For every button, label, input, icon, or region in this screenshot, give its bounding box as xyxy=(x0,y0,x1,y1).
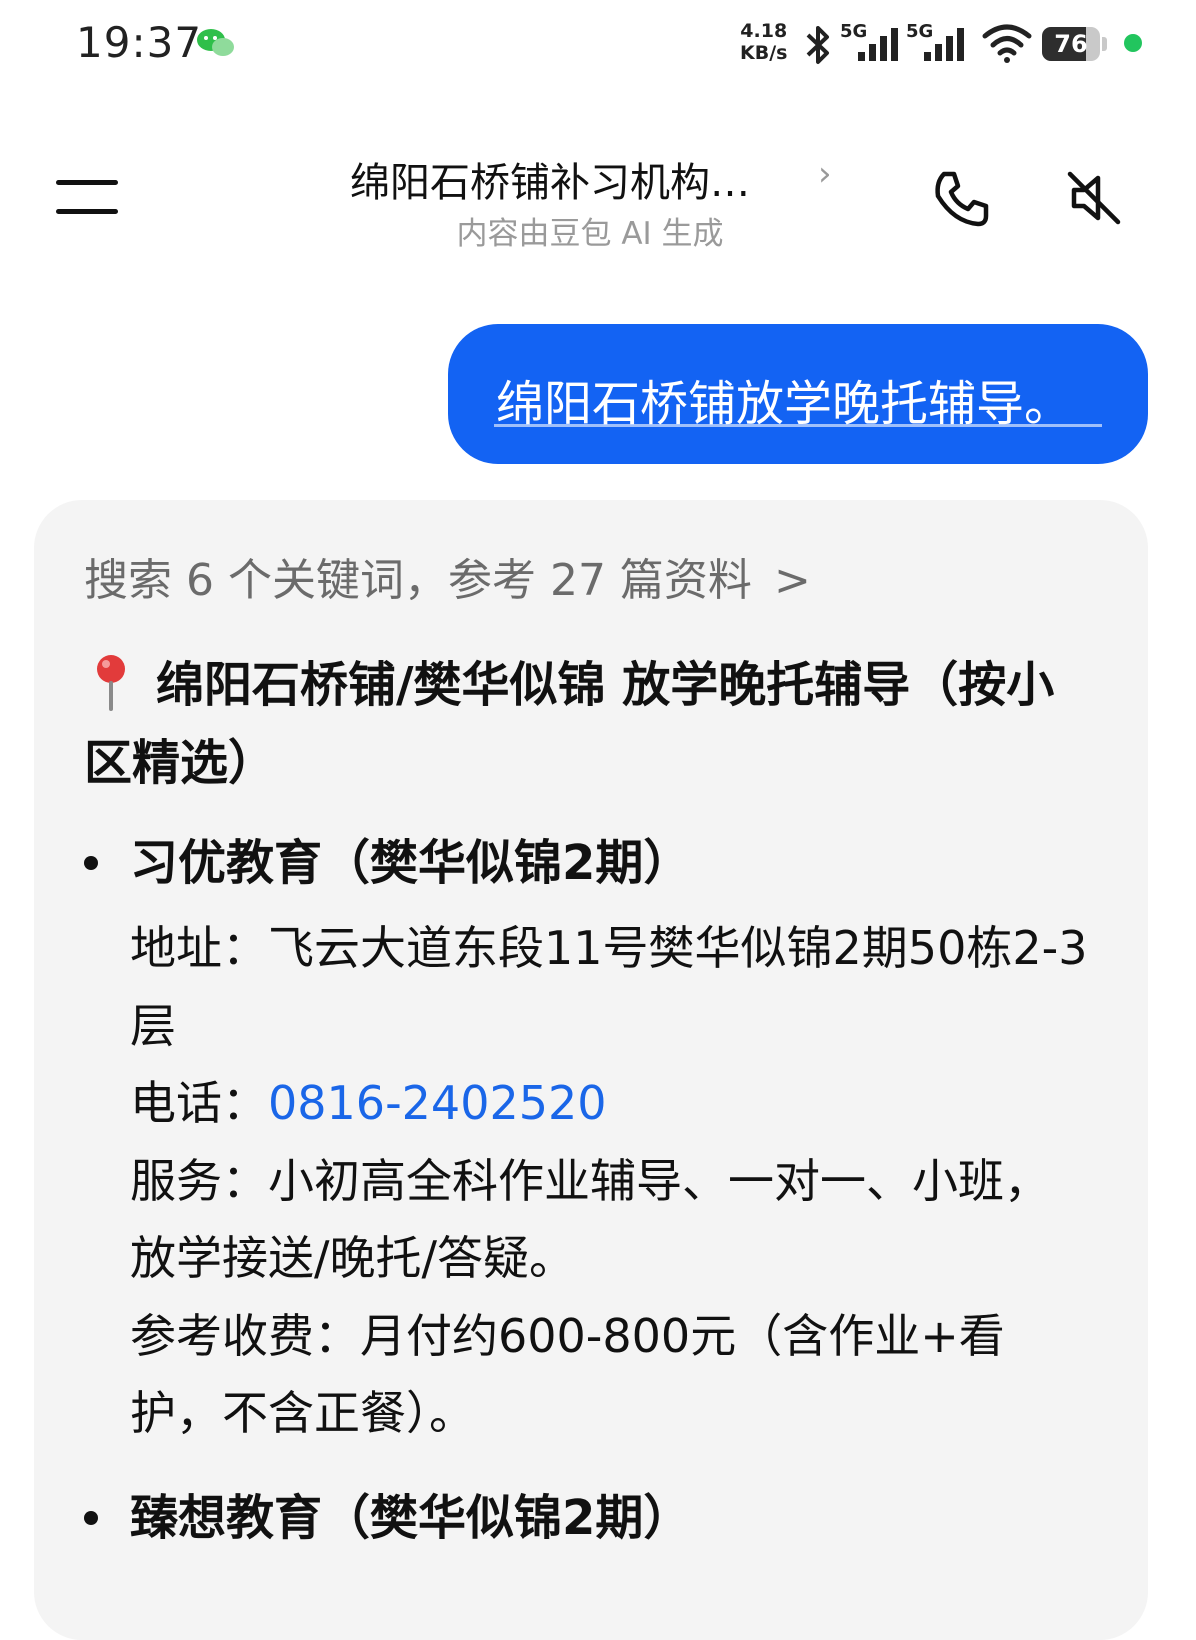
address-label: 地址： xyxy=(130,921,268,975)
services-line: 服务：小初高全科作业辅导、一对一、小班，放学接送/晚托/答疑。 xyxy=(130,1143,1090,1298)
phone-line: 电话：0816-2402520 xyxy=(130,1065,1090,1143)
status-time: 19:37 xyxy=(76,18,203,67)
ai-answer-card: 搜索 6 个关键词，参考 27 篇资料 > 绵阳石桥铺/樊华似锦 放学晚托辅导（按… xyxy=(34,500,1148,1640)
phone-number-link[interactable]: 0816-2402520 xyxy=(268,1076,607,1130)
network-speed-value: 4.18 xyxy=(740,20,788,42)
signal-icon: 5G xyxy=(840,21,898,61)
network-speed: 4.18 KB/s xyxy=(740,20,787,64)
privacy-indicator-dot xyxy=(1124,34,1142,52)
title-chevron-icon[interactable]: › xyxy=(818,154,832,194)
conversation-title[interactable]: 绵阳石桥铺补习机构… xyxy=(300,150,800,208)
status-bar: 19:37 4.18 KB/s 5G 5G 76 xyxy=(0,0,1196,92)
sim1-label: 5G xyxy=(840,21,867,42)
map-pin-icon xyxy=(97,655,125,711)
text-underline xyxy=(494,424,1102,427)
network-speed-unit: KB/s xyxy=(740,42,788,64)
answer-heading: 绵阳石桥铺/樊华似锦 放学晚托辅导（按小区精选） xyxy=(84,646,1094,802)
search-summary-text: 搜索 6 个关键词，参考 27 篇资料 xyxy=(84,555,752,606)
services-value: 小初高全科作业辅导、一对一、小班，放学接送/晚托/答疑。 xyxy=(130,1153,1050,1286)
wechat-icon xyxy=(197,29,234,56)
search-sources-link[interactable]: 搜索 6 个关键词，参考 27 篇资料 > xyxy=(84,544,811,608)
ai-generated-note: 内容由豆包 AI 生成 xyxy=(456,216,724,252)
battery-icon: 76 xyxy=(1042,27,1108,61)
services-label: 服务： xyxy=(130,1153,268,1208)
entry-title: 习优教育（樊华似锦2期） xyxy=(130,835,692,891)
chevron-right-icon: > xyxy=(773,555,811,606)
user-message-bubble[interactable]: 绵阳石桥铺放学晚托辅导。 xyxy=(448,324,1148,464)
address-value: 飞云大道东段11号樊华似锦2期50栋2-3层 xyxy=(130,921,1088,1053)
signal-icon: 5G xyxy=(906,21,964,61)
bullet-icon xyxy=(84,1511,98,1525)
bluetooth-icon xyxy=(806,26,829,64)
entry-details: 地址：飞云大道东段11号樊华似锦2期50栋2-3层 电话：0816-240252… xyxy=(130,910,1090,1453)
answer-heading-text: 绵阳石桥铺/樊华似锦 放学晚托辅导（按小区精选） xyxy=(84,657,1055,791)
bullet-icon xyxy=(84,856,98,870)
phone-call-icon[interactable] xyxy=(930,168,992,230)
fee-label: 参考收费： xyxy=(130,1308,360,1363)
menu-icon[interactable] xyxy=(56,178,120,218)
phone-label: 电话： xyxy=(130,1076,268,1130)
address-line: 地址：飞云大道东段11号樊华似锦2期50栋2-3层 xyxy=(130,910,1090,1065)
sim2-label: 5G xyxy=(906,21,933,42)
fee-line: 参考收费：月付约600-800元（含作业+看护，不含正餐）。 xyxy=(130,1298,1090,1453)
speaker-mute-icon[interactable] xyxy=(1062,166,1126,230)
wifi-icon xyxy=(982,24,1032,63)
entry-title: 臻想教育（樊华似锦2期） xyxy=(130,1490,692,1546)
battery-percent: 76 xyxy=(1054,30,1088,58)
